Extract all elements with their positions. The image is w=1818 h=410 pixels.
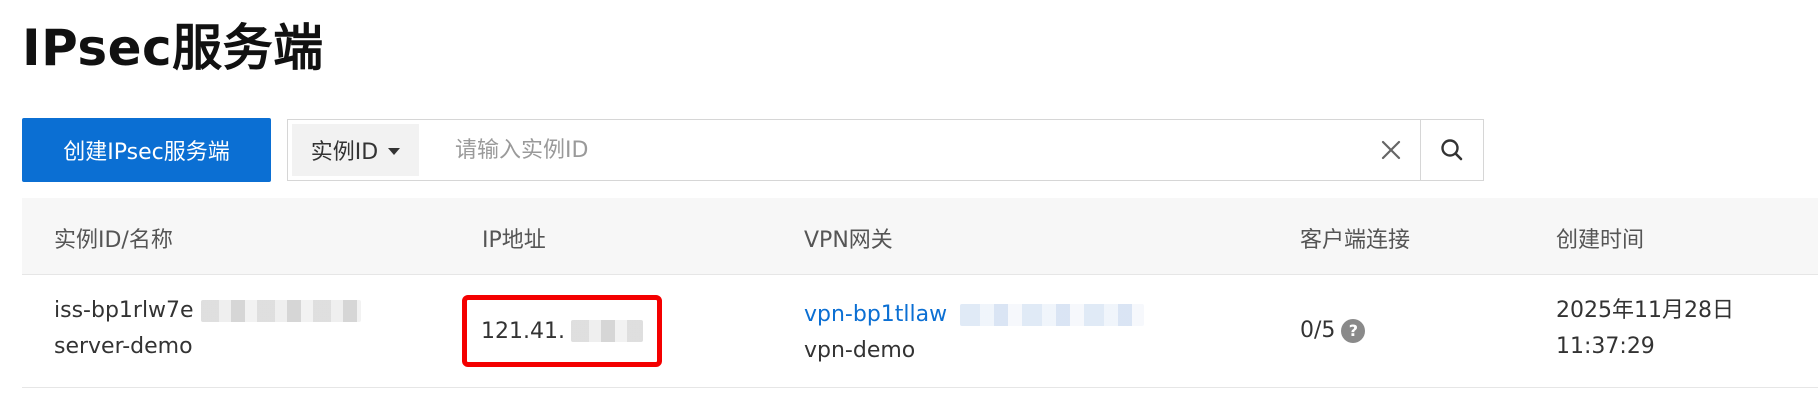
redacted-text — [200, 300, 361, 322]
column-header-vpn-gateway: VPN网关 — [804, 228, 893, 253]
chevron-down-icon — [388, 148, 401, 155]
ip-address: 121.41. — [481, 318, 565, 344]
client-connections: 0/5 — [1300, 318, 1336, 343]
close-icon — [1381, 140, 1401, 160]
clear-search-button[interactable] — [1362, 120, 1421, 180]
table-header: 实例ID/名称 IP地址 VPN网关 客户端连接 创建时间 — [22, 198, 1818, 275]
ipsec-server-table: 实例ID/名称 IP地址 VPN网关 客户端连接 创建时间 iss-bp1rlw… — [22, 198, 1818, 388]
instance-id: iss-bp1rlw7e — [54, 298, 194, 323]
page: IPsec服务端 创建IPsec服务端 实例ID 请输入实例ID 实例ID/名称… — [0, 0, 1818, 410]
column-header-created-time: 创建时间 — [1556, 228, 1645, 253]
vpn-gateway-link[interactable]: vpn-bp1tllaw — [804, 302, 947, 327]
created-time: 11:37:29 — [1556, 334, 1655, 359]
create-ipsec-server-button[interactable]: 创建IPsec服务端 — [22, 118, 271, 182]
redacted-text — [960, 304, 1145, 326]
search-group: 实例ID — [287, 119, 1484, 181]
search-field-select-label: 实例ID — [310, 140, 379, 165]
column-header-client-connections: 客户端连接 — [1300, 228, 1411, 253]
redacted-text — [570, 320, 643, 342]
page-title: IPsec服务端 — [22, 19, 324, 77]
vpn-gateway-cell: vpn-bp1tllaw vpn-demo — [804, 297, 1145, 369]
instance-id-line: iss-bp1rlw7e — [54, 293, 361, 329]
table-row: iss-bp1rlw7e server-demo 121.41. vpn-bp1… — [22, 275, 1818, 388]
search-icon — [1441, 139, 1463, 161]
created-time-cell: 2025年11月28日 11:37:29 — [1556, 293, 1734, 365]
column-header-instance: 实例ID/名称 — [54, 228, 173, 253]
client-connections-line: 0/5? — [1300, 313, 1366, 349]
ip-highlight-box: 121.41. — [462, 295, 662, 367]
question-circle-icon[interactable]: ? — [1341, 319, 1366, 343]
created-date: 2025年11月28日 — [1556, 298, 1734, 323]
search-input[interactable] — [419, 120, 1362, 180]
vpn-gateway-id-line: vpn-bp1tllaw — [804, 297, 1145, 333]
search-field-select[interactable]: 实例ID — [292, 124, 419, 176]
client-connections-cell: 0/5? — [1300, 313, 1366, 349]
instance-cell: iss-bp1rlw7e server-demo — [54, 293, 361, 365]
toolbar: 创建IPsec服务端 实例ID — [22, 118, 1484, 182]
column-header-ip: IP地址 — [482, 228, 546, 253]
vpn-gateway-name: vpn-demo — [804, 338, 916, 363]
instance-name: server-demo — [54, 334, 193, 359]
search-button[interactable] — [1421, 120, 1483, 180]
